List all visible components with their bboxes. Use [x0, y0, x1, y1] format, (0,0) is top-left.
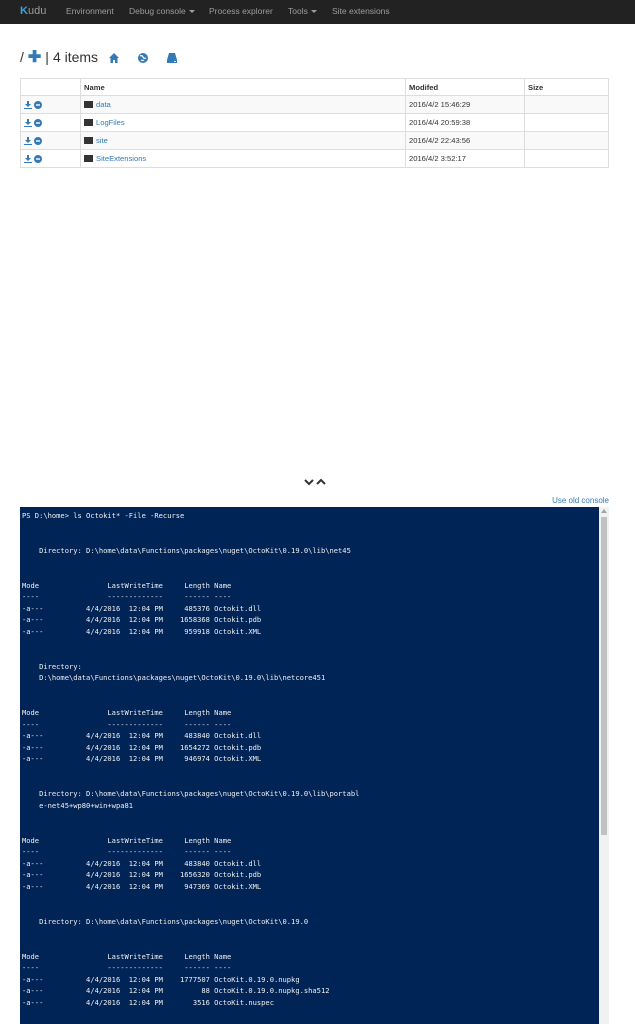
row-modified: 2016/4/2 15:46:29 [405, 95, 525, 114]
console-scrollbar[interactable] [599, 507, 609, 1024]
nav-debug-console[interactable]: Debug console [129, 6, 195, 16]
item-count: 4 items [52, 49, 99, 65]
download-icon[interactable] [24, 101, 32, 109]
row-actions [20, 149, 81, 168]
nav-site-extensions[interactable]: Site extensions [332, 6, 390, 16]
table-header-row: Name Modifed Size [20, 78, 609, 96]
path-root[interactable]: / [20, 49, 24, 65]
scroll-up-arrow-icon[interactable] [601, 509, 607, 513]
delete-icon[interactable] [34, 137, 43, 145]
download-icon[interactable] [24, 155, 32, 163]
row-name[interactable]: LogFiles [80, 113, 406, 132]
row-name[interactable]: site [80, 131, 406, 150]
file-name-link[interactable]: site [96, 136, 108, 145]
folder-icon [84, 118, 93, 126]
table-row: LogFiles 2016/4/4 20:59:38 [20, 113, 609, 132]
row-actions [20, 131, 81, 150]
col-name[interactable]: Name [80, 78, 406, 96]
col-size[interactable]: Size [524, 78, 609, 96]
caret-down-icon [310, 10, 317, 14]
row-modified: 2016/4/2 22:43:56 [405, 131, 525, 150]
row-modified: 2016/4/2 3:52:17 [405, 149, 525, 168]
brand-k: K [20, 5, 28, 17]
nav-debug-console-label: Debug console [129, 6, 186, 16]
nav-process-explorer[interactable]: Process explorer [209, 6, 273, 16]
table-row: data 2016/4/2 15:46:29 [20, 95, 609, 114]
file-name-link[interactable]: SiteExtensions [96, 154, 146, 163]
file-table: Name Modifed Size data 2016/4/2 15:46:29 … [20, 78, 609, 168]
download-icon[interactable] [24, 119, 32, 127]
drive-icon[interactable] [166, 52, 178, 64]
separator: | [45, 49, 49, 65]
plus-icon[interactable]: ✚ [28, 47, 41, 67]
row-name[interactable]: SiteExtensions [80, 149, 406, 168]
powershell-console[interactable]: PS D:\home> ls Octokit* -File -Recurse D… [20, 507, 599, 1024]
delete-icon[interactable] [34, 119, 43, 127]
folder-icon [84, 136, 93, 144]
brand-text: udu [27, 5, 47, 17]
nav-tools-label: Tools [288, 6, 308, 16]
row-modified: 2016/4/4 20:59:38 [405, 113, 525, 132]
console-resize-toggle[interactable] [303, 477, 329, 489]
download-icon[interactable] [24, 137, 32, 145]
delete-icon[interactable] [34, 101, 43, 109]
col-actions [20, 78, 81, 96]
col-modified[interactable]: Modifed [405, 78, 525, 96]
table-row: SiteExtensions 2016/4/2 3:52:17 [20, 149, 609, 168]
nav-environment[interactable]: Environment [66, 6, 114, 16]
use-old-console-link[interactable]: Use old console [552, 496, 609, 505]
chevron-up-icon [316, 478, 326, 485]
file-name-link[interactable]: LogFiles [96, 118, 125, 127]
globe-icon[interactable] [137, 52, 149, 64]
row-size [524, 149, 609, 168]
top-navbar: Kudu Environment Debug console Process e… [0, 0, 635, 24]
scroll-thumb[interactable] [601, 517, 607, 835]
row-size [524, 95, 609, 114]
row-name[interactable]: data [80, 95, 406, 114]
folder-icon [84, 100, 93, 108]
table-row: site 2016/4/2 22:43:56 [20, 131, 609, 150]
row-size [524, 113, 609, 132]
row-actions [20, 113, 81, 132]
row-size [524, 131, 609, 150]
brand-logo[interactable]: Kudu [20, 5, 46, 17]
row-actions [20, 95, 81, 114]
console-output: PS D:\home> ls Octokit* -File -Recurse D… [22, 511, 360, 1007]
file-name-link[interactable]: data [96, 100, 111, 109]
page-title: / ✚ | 4 items [20, 47, 98, 67]
chevron-down-icon [304, 479, 314, 486]
nav-tools[interactable]: Tools [288, 6, 317, 16]
caret-down-icon [188, 10, 195, 14]
home-icon[interactable] [108, 52, 120, 64]
delete-icon[interactable] [34, 155, 43, 163]
folder-icon [84, 154, 93, 162]
